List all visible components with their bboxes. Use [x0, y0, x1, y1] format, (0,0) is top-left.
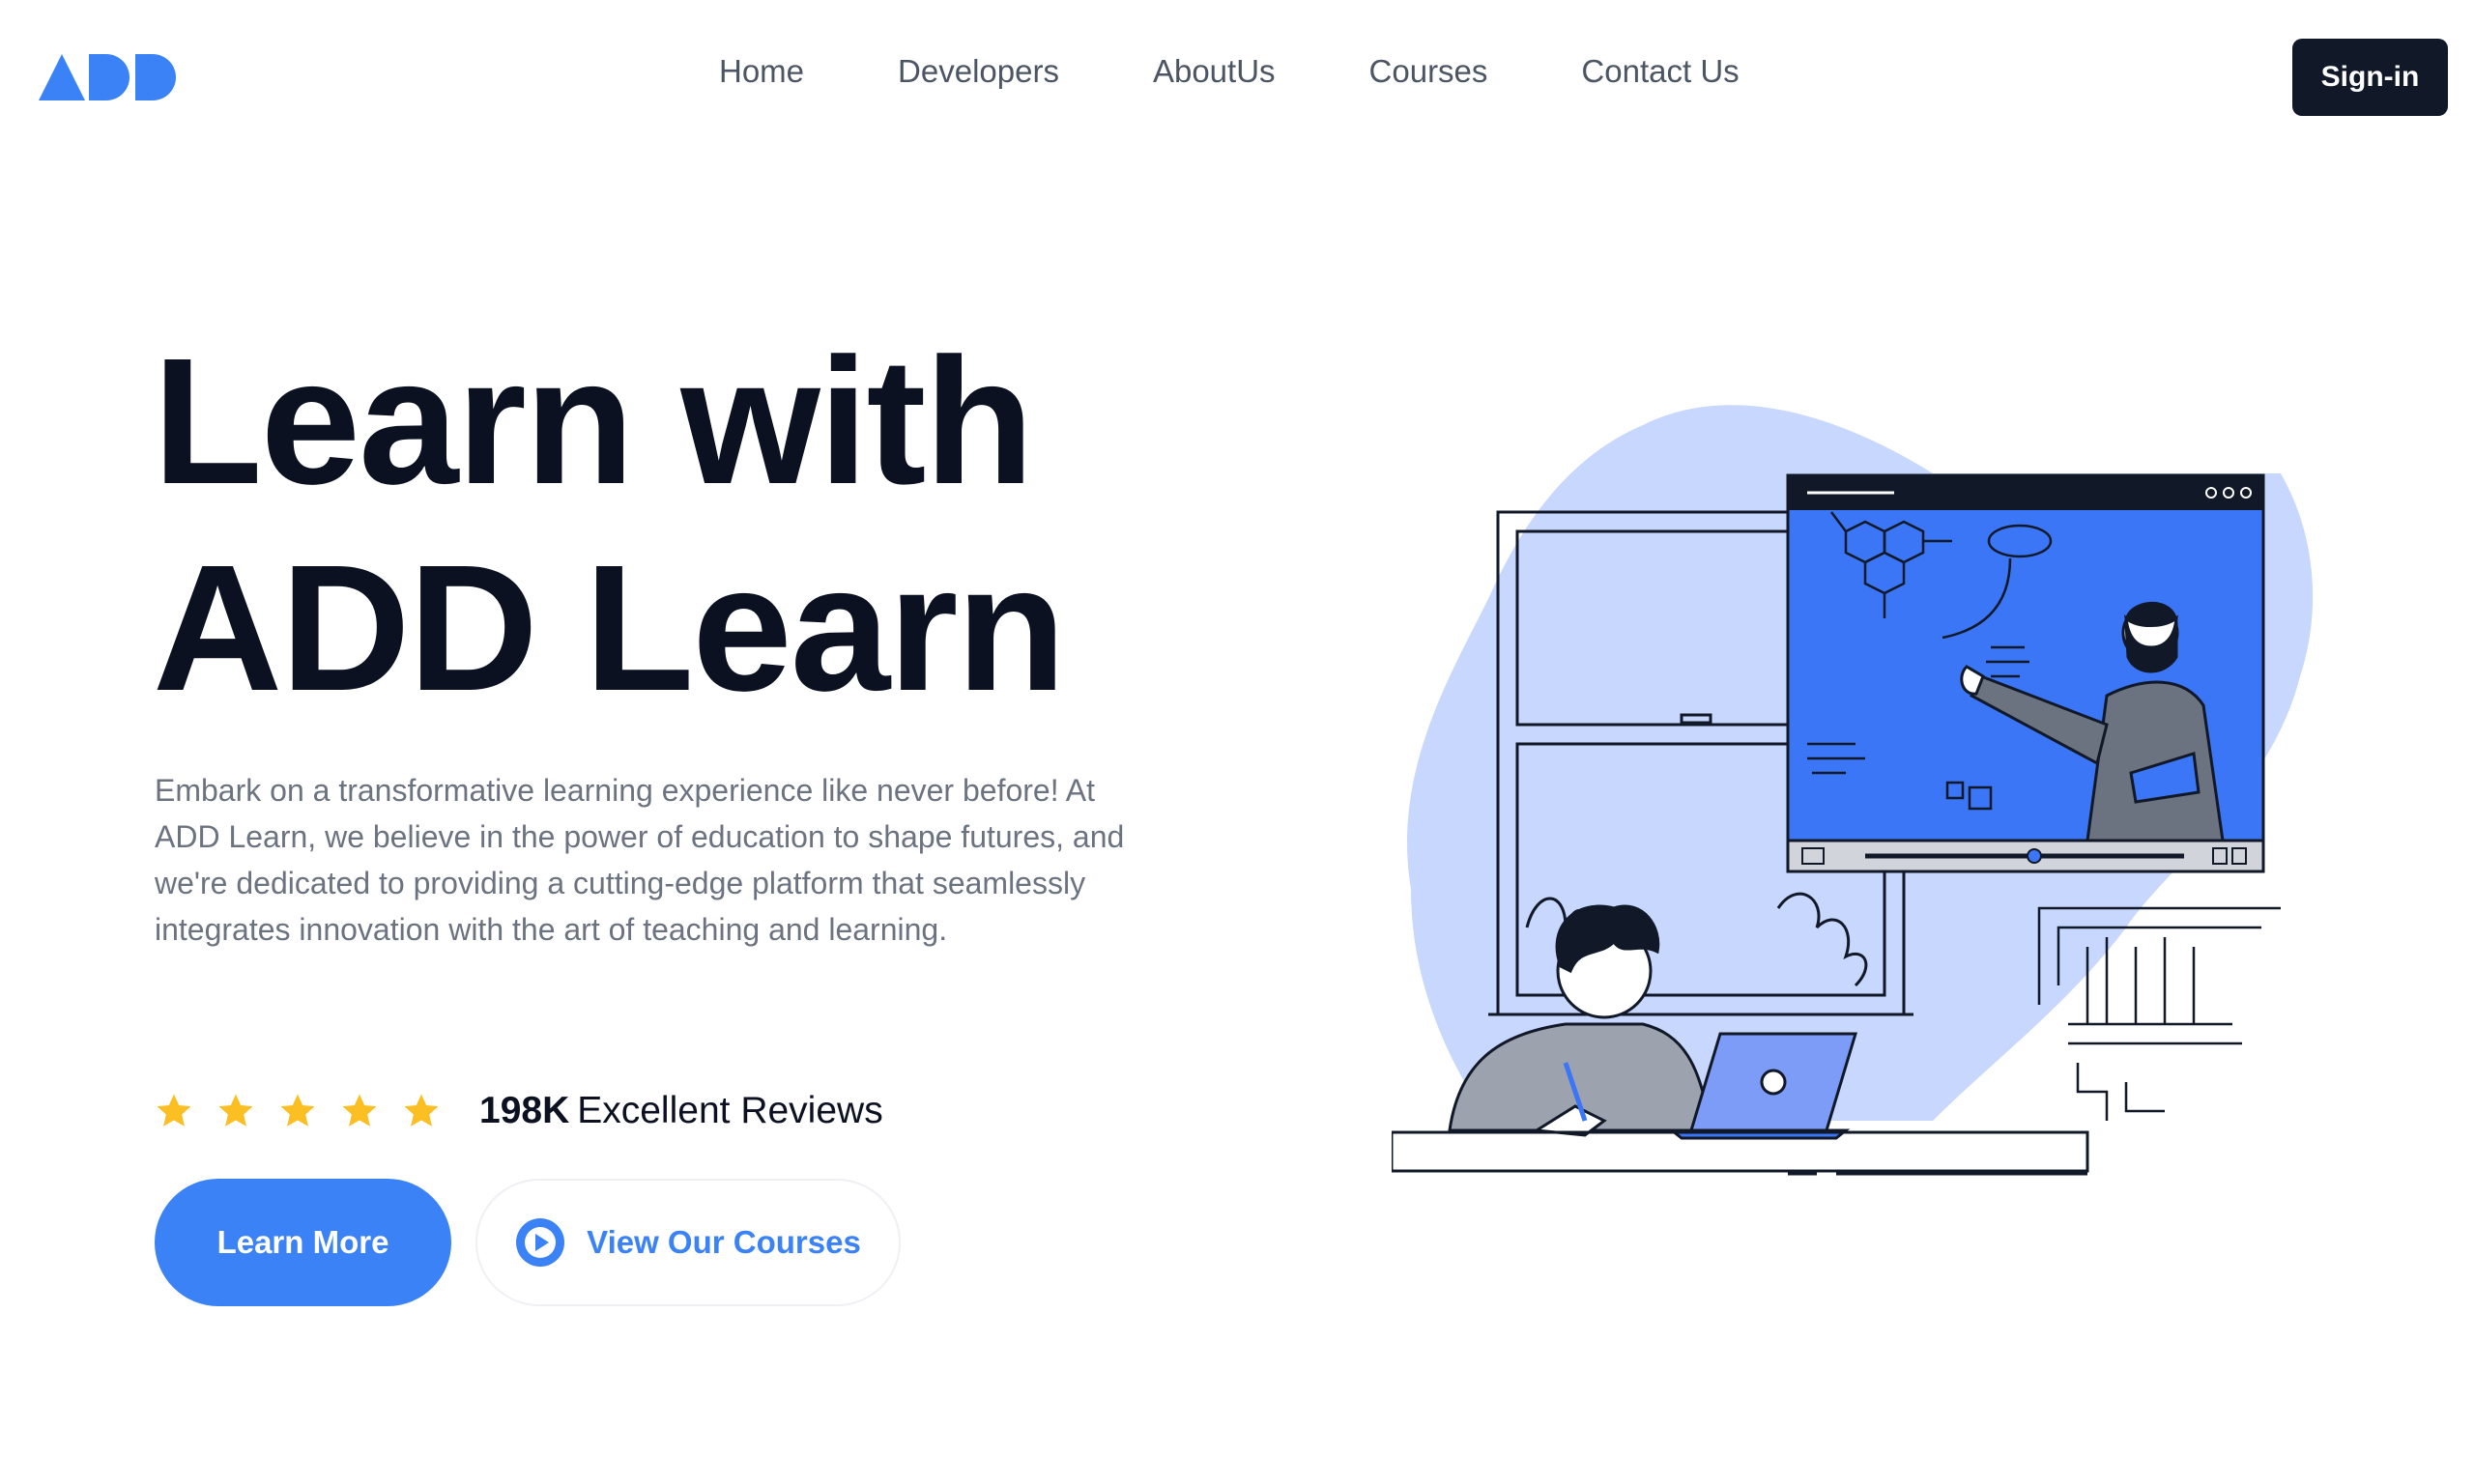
- play-icon: [516, 1218, 565, 1267]
- learn-more-button[interactable]: Learn More: [155, 1179, 451, 1306]
- nav-link-contact-us[interactable]: Contact Us: [1581, 48, 1739, 95]
- nav-link-home[interactable]: Home: [719, 48, 804, 95]
- view-courses-button[interactable]: View Our Courses: [475, 1179, 901, 1306]
- hero-title: Learn with ADD Learn: [153, 319, 1216, 732]
- landing-page: Home Developers AboutUs Courses Contact …: [0, 0, 2474, 1484]
- hero-title-line-1: Learn with: [153, 322, 1034, 522]
- logo-icon[interactable]: [39, 52, 186, 100]
- nav-links: Home Developers AboutUs Courses Contact …: [719, 48, 1740, 95]
- star-icon: [280, 1094, 315, 1127]
- reviews-count: 198K: [479, 1090, 570, 1131]
- nav-link-courses[interactable]: Courses: [1369, 48, 1488, 95]
- view-courses-label: View Our Courses: [587, 1224, 861, 1260]
- reviews-text: 198K Excellent Reviews: [479, 1090, 883, 1132]
- sign-in-button[interactable]: Sign-in: [2292, 39, 2448, 116]
- nav-link-aboutus[interactable]: AboutUs: [1153, 48, 1276, 95]
- hero-title-line-2: ADD Learn: [153, 528, 1066, 728]
- star-rating: [155, 1092, 441, 1130]
- star-icon: [157, 1094, 191, 1127]
- nav-link-developers[interactable]: Developers: [898, 48, 1059, 95]
- star-icon: [404, 1094, 439, 1127]
- star-icon: [342, 1094, 377, 1127]
- online-learning-illustration: [1392, 405, 2314, 1176]
- hero-description: Embark on a transformative learning expe…: [155, 773, 1125, 947]
- navbar: Home Developers AboutUs Courses Contact …: [0, 0, 2474, 155]
- star-icon: [218, 1094, 253, 1127]
- reviews-summary: 198K Excellent Reviews: [155, 1082, 883, 1140]
- reviews-label: Excellent Reviews: [577, 1090, 883, 1131]
